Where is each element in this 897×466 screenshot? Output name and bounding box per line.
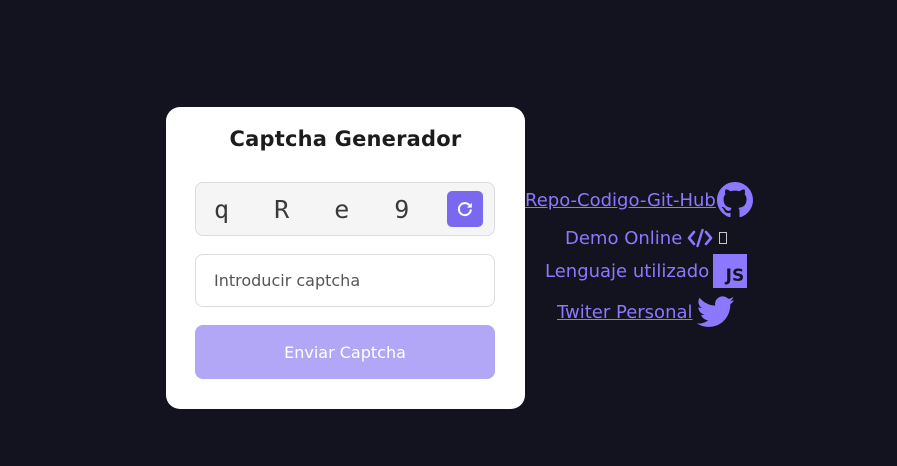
missing-glyph-icon bbox=[719, 232, 728, 244]
repo-row: Repo-Codigo-Git-Hub bbox=[525, 182, 753, 218]
refresh-icon bbox=[457, 202, 472, 217]
javascript-icon: JS bbox=[713, 254, 748, 288]
twitter-icon[interactable] bbox=[696, 295, 735, 329]
demo-row: Demo Online bbox=[565, 226, 728, 250]
captcha-card: Captcha Generador q R e 9 Z Enviar Captc… bbox=[166, 107, 525, 409]
captcha-display: q R e 9 Z bbox=[195, 182, 495, 236]
github-icon[interactable] bbox=[716, 182, 753, 218]
captcha-code: q R e 9 Z bbox=[214, 195, 485, 224]
captcha-input[interactable] bbox=[195, 254, 495, 307]
demo-link[interactable]: Demo Online bbox=[565, 228, 682, 249]
submit-button[interactable]: Enviar Captcha bbox=[195, 325, 495, 379]
language-label: Lenguaje utilizado bbox=[545, 260, 710, 282]
refresh-button[interactable] bbox=[447, 191, 483, 227]
code-icon[interactable] bbox=[687, 228, 713, 248]
card-title: Captcha Generador bbox=[229, 127, 462, 151]
repo-link[interactable]: Repo-Codigo-Git-Hub bbox=[525, 190, 716, 211]
language-row: Lenguaje utilizado JS bbox=[545, 253, 748, 289]
twitter-row: Twiter Personal bbox=[557, 294, 735, 330]
twitter-link[interactable]: Twiter Personal bbox=[557, 302, 693, 323]
